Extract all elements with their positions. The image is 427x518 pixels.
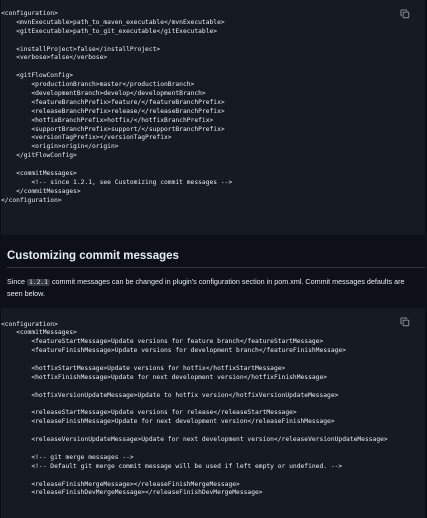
- code-line: <!-- since 1.2.1, see Customizing commit…: [1, 178, 233, 186]
- paragraph-text-before: Since: [7, 277, 27, 286]
- copy-button[interactable]: [399, 316, 411, 328]
- copy-icon: [400, 9, 410, 19]
- code-line: <configuration>: [1, 10, 58, 17]
- inline-version-code: 1.2.1: [26, 279, 50, 286]
- code-line: </gitFlowConfig>: [1, 152, 77, 160]
- code-line: <versionTagPrefix></versionTagPrefix>: [1, 134, 172, 142]
- code-line: </configuration>: [1, 196, 62, 204]
- code-line: <commitMessages>: [1, 170, 77, 178]
- code-lines: <configuration> <commitMessages> <featur…: [1, 321, 425, 499]
- code-line: <releaseStartMessage>Update versions for…: [1, 409, 297, 417]
- code-line: <releaseFinishDevMergeMessage></releaseF…: [1, 489, 263, 497]
- code-line: <developmentBranch>develop</developmentB…: [1, 90, 206, 98]
- copy-icon: [400, 317, 410, 327]
- code-line: <configuration>: [1, 320, 58, 328]
- section-heading: Customizing commit messages: [7, 250, 179, 262]
- code-block-configuration: <configuration> <mvnExecutable>path_to_m…: [1, 0, 425, 235]
- code-line: <installProject>false</installProject>: [1, 45, 161, 53]
- heading-divider: [7, 267, 425, 268]
- code-line: <hotfixBranchPrefix>hotfix/</hotfixBranc…: [1, 116, 214, 124]
- code-line: <featureBranchPrefix>feature/</featureBr…: [1, 98, 225, 106]
- code-line: <releaseFinishMessage>Update for next de…: [1, 418, 335, 426]
- code-line: <gitFlowConfig>: [1, 72, 74, 80]
- code-line: <releaseVersionUpdateMessage>Update for …: [1, 436, 388, 444]
- code-line: </commitMessages>: [1, 187, 81, 195]
- code-line: <releaseFinishMergeMessage></releaseFini…: [1, 480, 240, 488]
- code-line: <hotfixStartMessage>Update versions for …: [1, 364, 286, 372]
- code-line: <featureFinishMessage>Update versions fo…: [1, 347, 346, 355]
- paragraph-text-after: commit messages can be changed in plugin…: [7, 277, 405, 298]
- code-line: <hotfixVersionUpdateMessage>Update to ho…: [1, 391, 339, 399]
- code-line: <gitExecutable>path_to_git_executable</g…: [1, 27, 218, 35]
- code-line: <!-- Default git merge commit message wi…: [1, 462, 343, 470]
- code-line: <releaseBranchPrefix>release/</releaseBr…: [1, 107, 225, 115]
- code-line: <hotfixFinishMessage>Update for next dev…: [1, 373, 328, 381]
- code-block-commit-messages: <configuration> <commitMessages> <featur…: [1, 308, 425, 518]
- copy-button[interactable]: [399, 8, 411, 20]
- code-lines: <configuration> <mvnExecutable>path_to_m…: [1, 10, 425, 206]
- code-content: <configuration> <mvnExecutable>path_to_m…: [1, 0, 425, 206]
- code-line: <supportBranchPrefix>support/</supportBr…: [1, 125, 225, 133]
- code-line: <verbose>false</verbose>: [1, 54, 108, 62]
- code-line: <featureStartMessage>Update versions for…: [1, 338, 324, 346]
- code-content: <configuration> <commitMessages> <featur…: [1, 308, 425, 498]
- code-line: <origin>origin</origin>: [1, 143, 119, 151]
- code-line: <mvnExecutable>path_to_maven_executable<…: [1, 18, 225, 26]
- code-line: <productionBranch>master</productionBran…: [1, 81, 195, 89]
- code-line: <!-- git merge messages -->: [1, 453, 134, 461]
- code-line: <commitMessages>: [1, 329, 77, 337]
- section-paragraph: Since 1.2.1 commit messages can be chang…: [7, 277, 419, 299]
